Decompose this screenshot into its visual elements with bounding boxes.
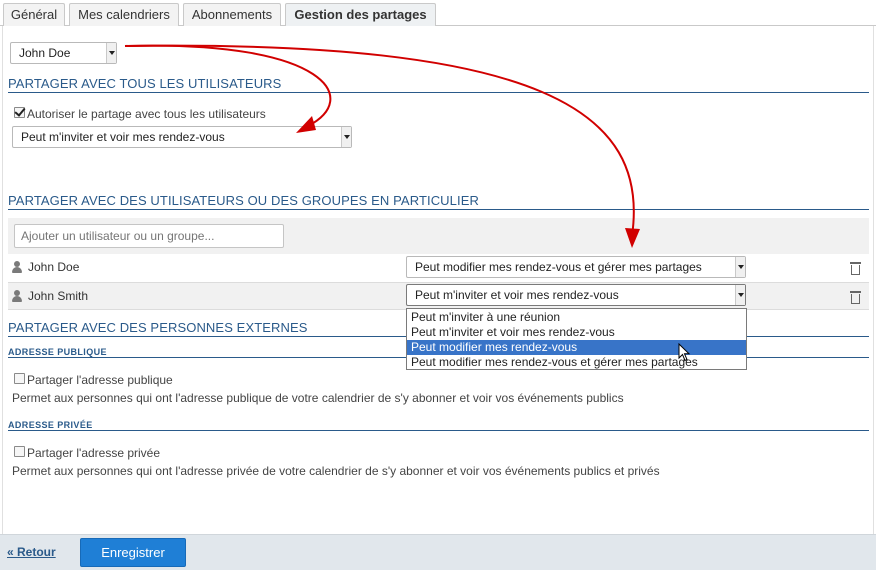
share-permission-select-john-doe[interactable]: Peut modifier mes rendez-vous et gérer m… bbox=[406, 256, 746, 278]
all-users-section-title: PARTAGER AVEC TOUS LES UTILISATEURS bbox=[8, 76, 282, 91]
tab-my-calendars[interactable]: Mes calendriers bbox=[69, 3, 179, 26]
dropdown-option[interactable]: Peut modifier mes rendez-vous et gérer m… bbox=[407, 355, 746, 370]
public-address-subtitle: ADRESSE PUBLIQUE bbox=[8, 347, 107, 357]
save-button[interactable]: Enregistrer bbox=[80, 538, 186, 567]
chevron-down-icon bbox=[106, 43, 116, 63]
permission-dropdown-list: Peut m'inviter à une réunion Peut m'invi… bbox=[406, 308, 747, 370]
chevron-down-icon bbox=[341, 127, 351, 147]
external-section-title: PARTAGER AVEC DES PERSONNES EXTERNES bbox=[8, 320, 308, 335]
share-public-address-label: Partager l'adresse publique bbox=[27, 373, 173, 387]
all-users-permission-value: Peut m'inviter et voir mes rendez-vous bbox=[21, 130, 225, 144]
section-divider bbox=[8, 92, 869, 93]
private-address-subtitle: ADRESSE PRIVÉE bbox=[8, 420, 93, 430]
footer-bar: « Retour Enregistrer bbox=[0, 534, 876, 570]
specific-section-title: PARTAGER AVEC DES UTILISATEURS OU DES GR… bbox=[8, 193, 479, 208]
public-address-description: Permet aux personnes qui ont l'adresse p… bbox=[12, 391, 624, 405]
share-user-name: John Doe bbox=[28, 260, 80, 274]
allow-all-users-label: Autoriser le partage avec tous les utili… bbox=[27, 107, 266, 121]
share-private-address-label: Partager l'adresse privée bbox=[27, 446, 161, 460]
calendar-owner-value: John Doe bbox=[19, 46, 71, 60]
dropdown-option[interactable]: Peut m'inviter à une réunion bbox=[407, 310, 746, 325]
mouse-cursor-icon bbox=[678, 343, 691, 362]
share-permission-value: Peut modifier mes rendez-vous et gérer m… bbox=[415, 260, 702, 274]
user-icon bbox=[12, 261, 22, 273]
share-private-address-checkbox[interactable] bbox=[14, 446, 25, 457]
allow-all-users-checkbox[interactable] bbox=[14, 107, 25, 118]
trash-icon[interactable] bbox=[850, 290, 861, 304]
chevron-down-icon bbox=[735, 257, 745, 277]
share-user-name: John Smith bbox=[28, 289, 89, 303]
all-users-permission-select[interactable]: Peut m'inviter et voir mes rendez-vous bbox=[12, 126, 352, 148]
share-permission-select-john-smith[interactable]: Peut m'inviter et voir mes rendez-vous bbox=[406, 284, 746, 306]
private-address-description: Permet aux personnes qui ont l'adresse p… bbox=[12, 464, 660, 478]
subsection-divider bbox=[8, 430, 869, 431]
dropdown-option[interactable]: Peut m'inviter et voir mes rendez-vous bbox=[407, 325, 746, 340]
chevron-down-icon bbox=[735, 285, 745, 305]
back-link[interactable]: « Retour bbox=[7, 545, 56, 559]
tab-bar: Général Mes calendriers Abonnements Gest… bbox=[0, 0, 876, 27]
tab-sharing-management[interactable]: Gestion des partages bbox=[285, 3, 436, 27]
share-permission-value: Peut m'inviter et voir mes rendez-vous bbox=[415, 288, 619, 302]
tab-subscriptions[interactable]: Abonnements bbox=[183, 3, 281, 26]
user-icon bbox=[12, 290, 22, 302]
share-public-address-checkbox[interactable] bbox=[14, 373, 25, 384]
section-divider bbox=[8, 209, 869, 210]
trash-icon[interactable] bbox=[850, 261, 861, 275]
dropdown-option-highlighted[interactable]: Peut modifier mes rendez-vous bbox=[407, 340, 746, 355]
calendar-owner-select[interactable]: John Doe bbox=[10, 42, 117, 64]
tab-general[interactable]: Général bbox=[3, 3, 65, 26]
add-user-or-group-input[interactable] bbox=[14, 224, 284, 248]
